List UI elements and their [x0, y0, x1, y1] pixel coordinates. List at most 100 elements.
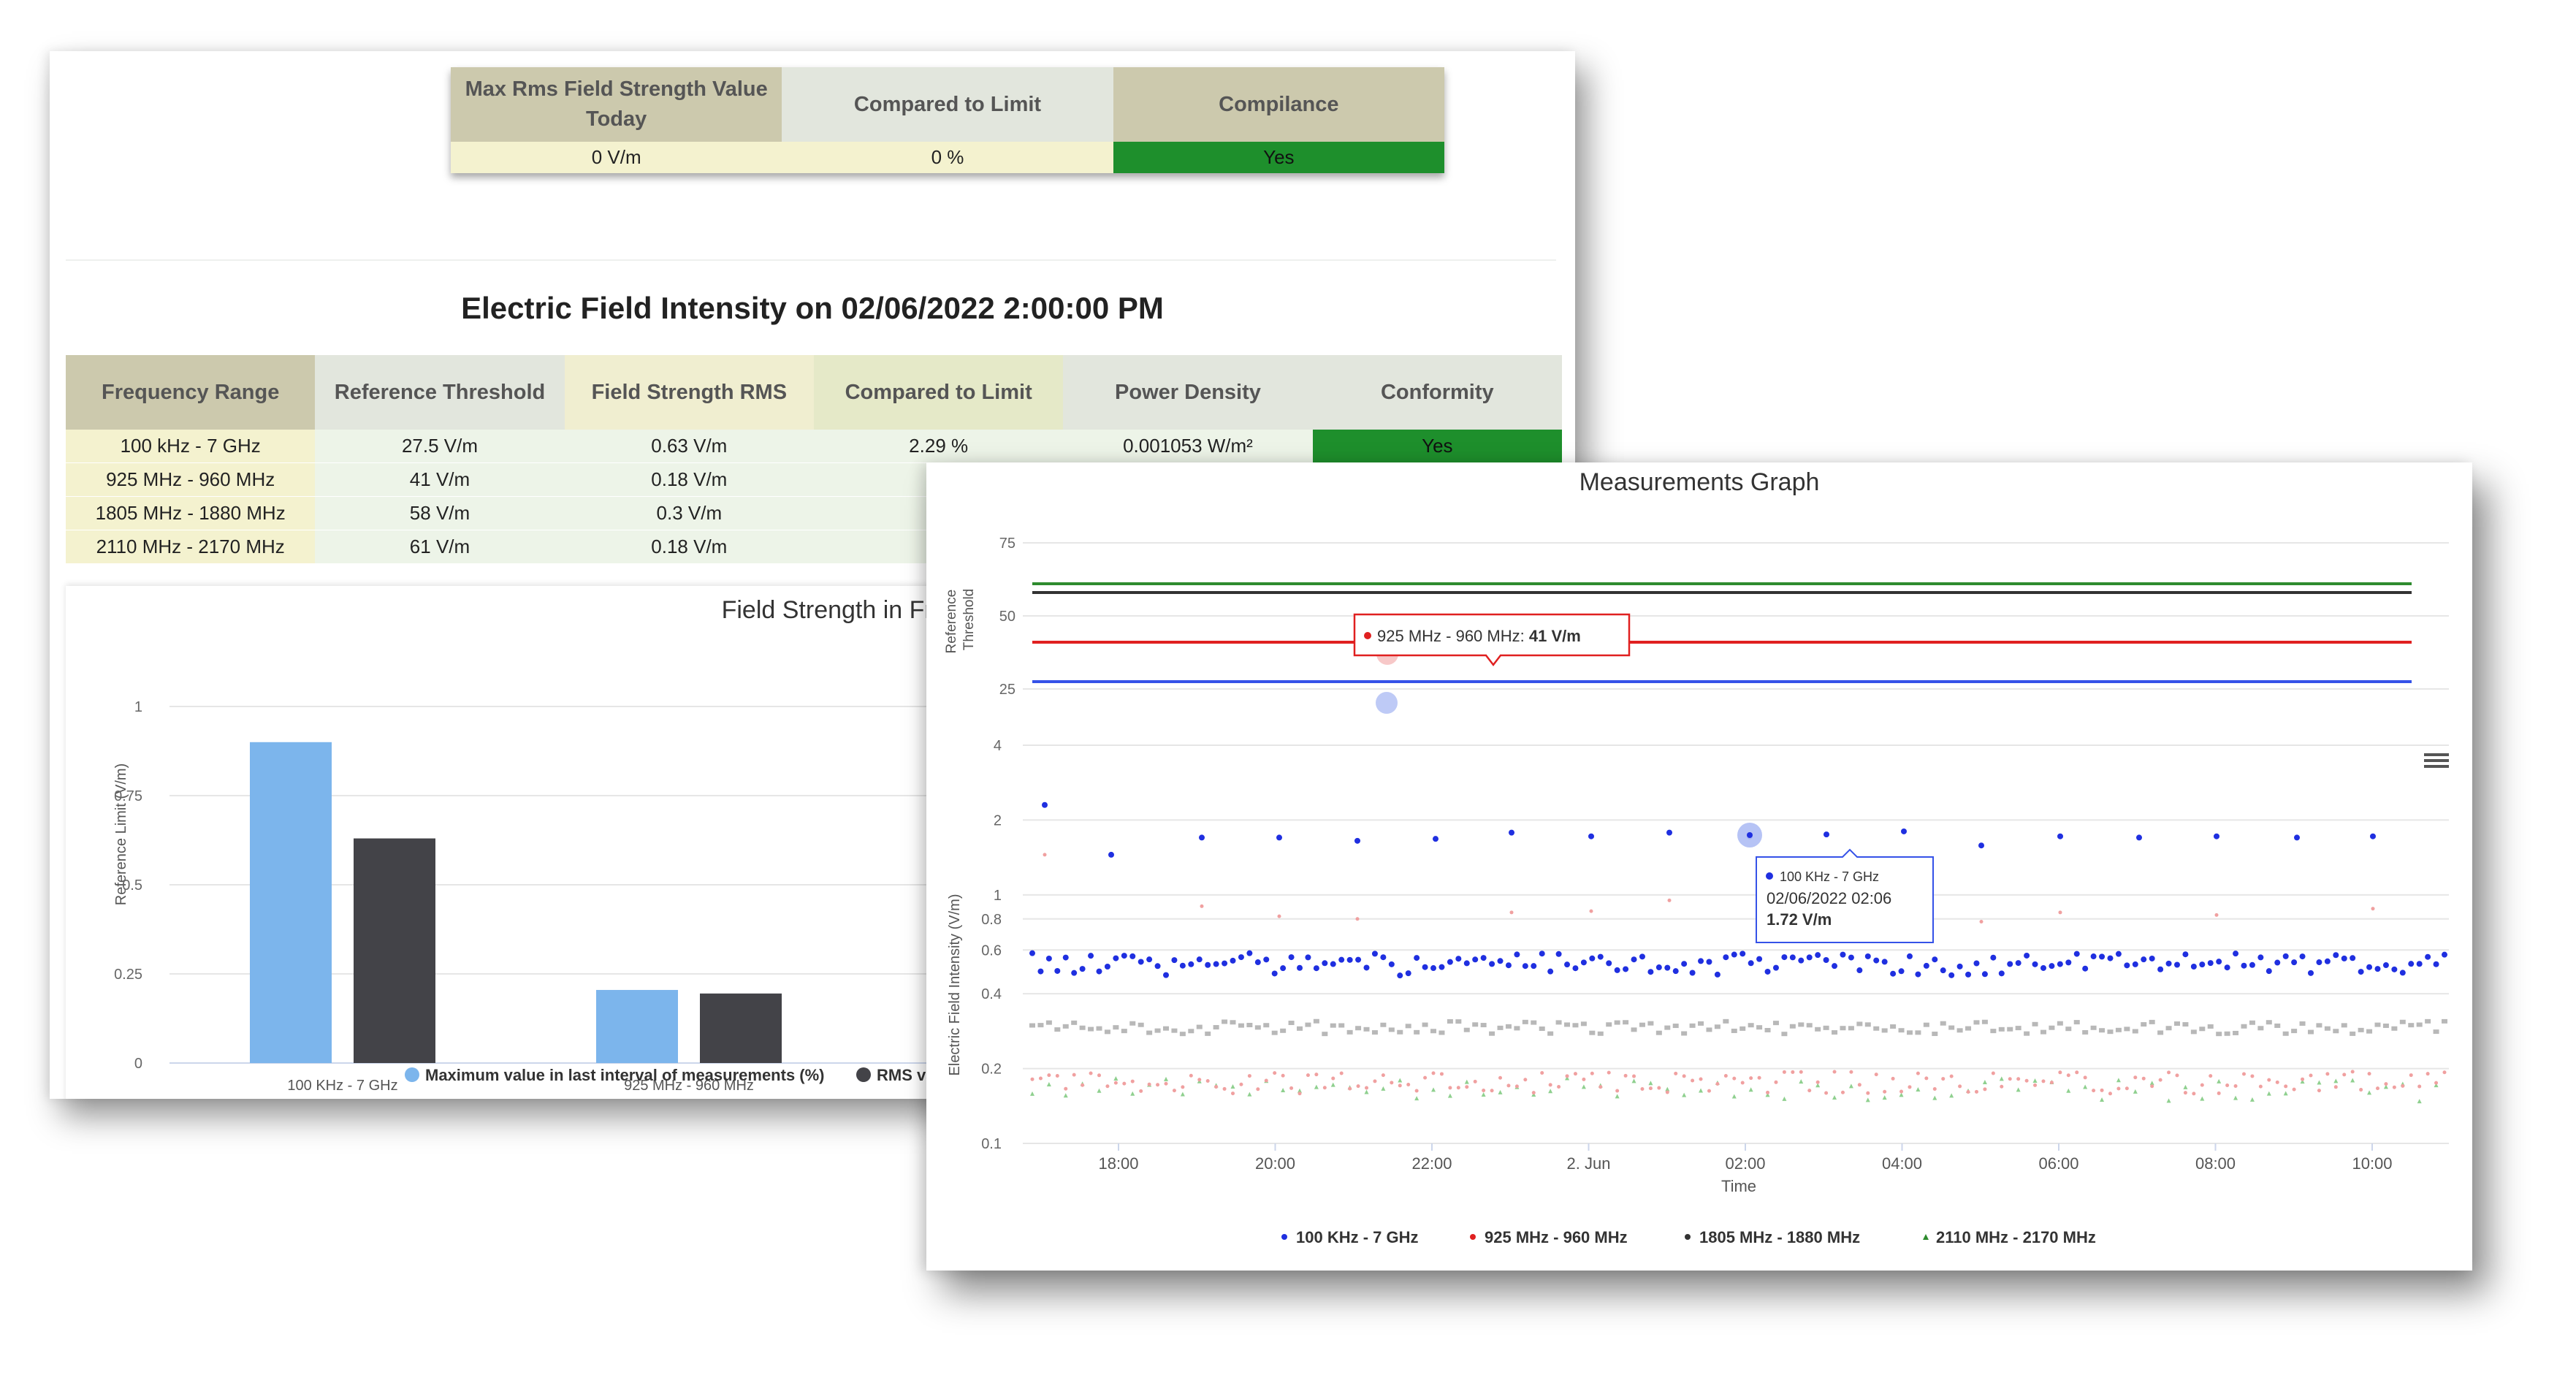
data-point: [2384, 1082, 2388, 1086]
data-point: [1589, 955, 1596, 961]
data-point: [2408, 1023, 2415, 1028]
data-point: [1772, 1021, 1779, 1026]
data-point: [1639, 953, 1645, 960]
data-point: [1614, 967, 1620, 973]
data-point: [2057, 961, 2063, 967]
data-point: [1489, 961, 1495, 967]
legend-item-max[interactable]: Maximum value in last interval of measur…: [425, 1066, 825, 1084]
data-point: [2425, 953, 2431, 960]
data-point: [1882, 1095, 1887, 1100]
data-point: [1371, 1030, 1378, 1035]
data-point: [2073, 1020, 2080, 1025]
data-point: [1682, 1092, 1687, 1097]
data-point: [2015, 1026, 2021, 1031]
data-point: [1941, 1077, 1946, 1081]
data-point: [1447, 959, 1453, 965]
data-point: [1531, 963, 1537, 970]
data-point: [1514, 1084, 1519, 1089]
data-point: [1824, 831, 1829, 838]
data-point: [1030, 1091, 1034, 1096]
freq-header-rms: Field Strength RMS: [564, 355, 814, 430]
data-point: [1263, 956, 1270, 963]
field-intensity-y-tick-label: 0.6: [981, 942, 1002, 959]
data-point: [1197, 1078, 1202, 1082]
summary-compliance-value: Yes: [1113, 142, 1444, 173]
data-point: [2292, 1087, 2296, 1092]
data-point: [2283, 1091, 2288, 1096]
data-point: [2158, 1078, 2162, 1082]
data-point: [1322, 960, 1328, 967]
data-point: [1848, 954, 1854, 961]
data-point: [1672, 968, 1679, 975]
hovered-point: [1747, 832, 1753, 838]
data-point: [2190, 964, 2197, 970]
time-axis-ticks: 18:00 20:00 22:00 2. Jun 02:00 04:00 06:00 08:0…: [1098, 1143, 2393, 1173]
data-point: [1422, 1022, 1428, 1027]
legend-item-925mhz[interactable]: 925 MHz - 960 MHz: [1485, 1228, 1628, 1246]
legend-item-1805mhz[interactable]: 1805 MHz - 1880 MHz: [1699, 1228, 1860, 1246]
data-point: [1806, 954, 1813, 961]
data-point: [1397, 1029, 1403, 1035]
data-point: [1305, 1022, 1311, 1027]
data-point: [1138, 959, 1144, 965]
data-point: [1054, 967, 1061, 974]
data-point: [1514, 1026, 1520, 1031]
data-point: [1539, 951, 1545, 957]
legend-item-2110mhz[interactable]: 2110 MHz - 2170 MHz: [1936, 1228, 2096, 1246]
data-point: [1932, 1087, 1937, 1092]
cell-compared: 2.29 %: [813, 430, 1064, 463]
data-point: [2058, 910, 2062, 915]
data-point: [1580, 959, 1587, 966]
data-point: [2049, 1025, 2055, 1030]
data-point: [1681, 961, 1688, 967]
data-point: [1615, 1094, 1620, 1099]
summary-header-compared: Compared to Limit: [782, 67, 1113, 142]
data-point: [2149, 955, 2155, 961]
data-point: [1573, 1072, 1577, 1076]
data-point: [1539, 1027, 1545, 1032]
data-point: [1306, 1073, 1310, 1078]
data-point: [1238, 1023, 1244, 1028]
data-point: [1096, 968, 1102, 975]
data-point: [2082, 965, 2089, 972]
data-point: [1497, 1025, 1504, 1030]
data-point: [1689, 1023, 1696, 1028]
data-point: [1698, 1021, 1704, 1026]
time-tick-label: 18:00: [1098, 1154, 1138, 1173]
data-point: [1789, 954, 1796, 961]
data-point: [1523, 1078, 1528, 1082]
data-point: [1848, 1026, 1854, 1031]
reference-threshold-lines: [1032, 582, 2412, 683]
data-point: [2341, 955, 2347, 961]
data-point: [1230, 957, 1236, 964]
measurements-graph-title: Measurements Graph: [1579, 468, 1820, 496]
data-point: [2141, 1022, 2147, 1027]
data-point: [2250, 1074, 2255, 1078]
time-tick-label: 2. Jun: [1567, 1154, 1611, 1173]
data-point: [1981, 1019, 1988, 1024]
data-point: [2416, 961, 2423, 967]
data-point: [1707, 1089, 1711, 1093]
data-point: [1756, 1025, 1763, 1030]
data-point: [1431, 1071, 1436, 1075]
data-point: [1898, 968, 1905, 975]
legend-item-100khz[interactable]: 100 KHz - 7 GHz: [1296, 1228, 1419, 1246]
data-point: [1247, 1074, 1251, 1078]
data-point: [2442, 1018, 2447, 1024]
data-point: [1346, 956, 1353, 963]
data-point: [2370, 833, 2376, 839]
time-tick-label: 08:00: [2195, 1154, 2236, 1173]
data-point: [1037, 968, 1044, 975]
data-point: [2040, 964, 2046, 971]
time-tick-label: 04:00: [1882, 1154, 1922, 1173]
data-point: [1205, 1079, 1210, 1083]
data-point: [2007, 1027, 2013, 1032]
data-point: [2033, 1083, 2038, 1087]
data-point: [1691, 1078, 1695, 1083]
data-point: [1213, 961, 1219, 967]
cell-threshold: 61 V/m: [315, 530, 565, 564]
data-point: [2136, 834, 2142, 841]
bar-y-tick-label: 0.25: [114, 967, 142, 983]
data-point: [2282, 953, 2289, 959]
chart-menu-icon[interactable]: [2424, 753, 2449, 768]
